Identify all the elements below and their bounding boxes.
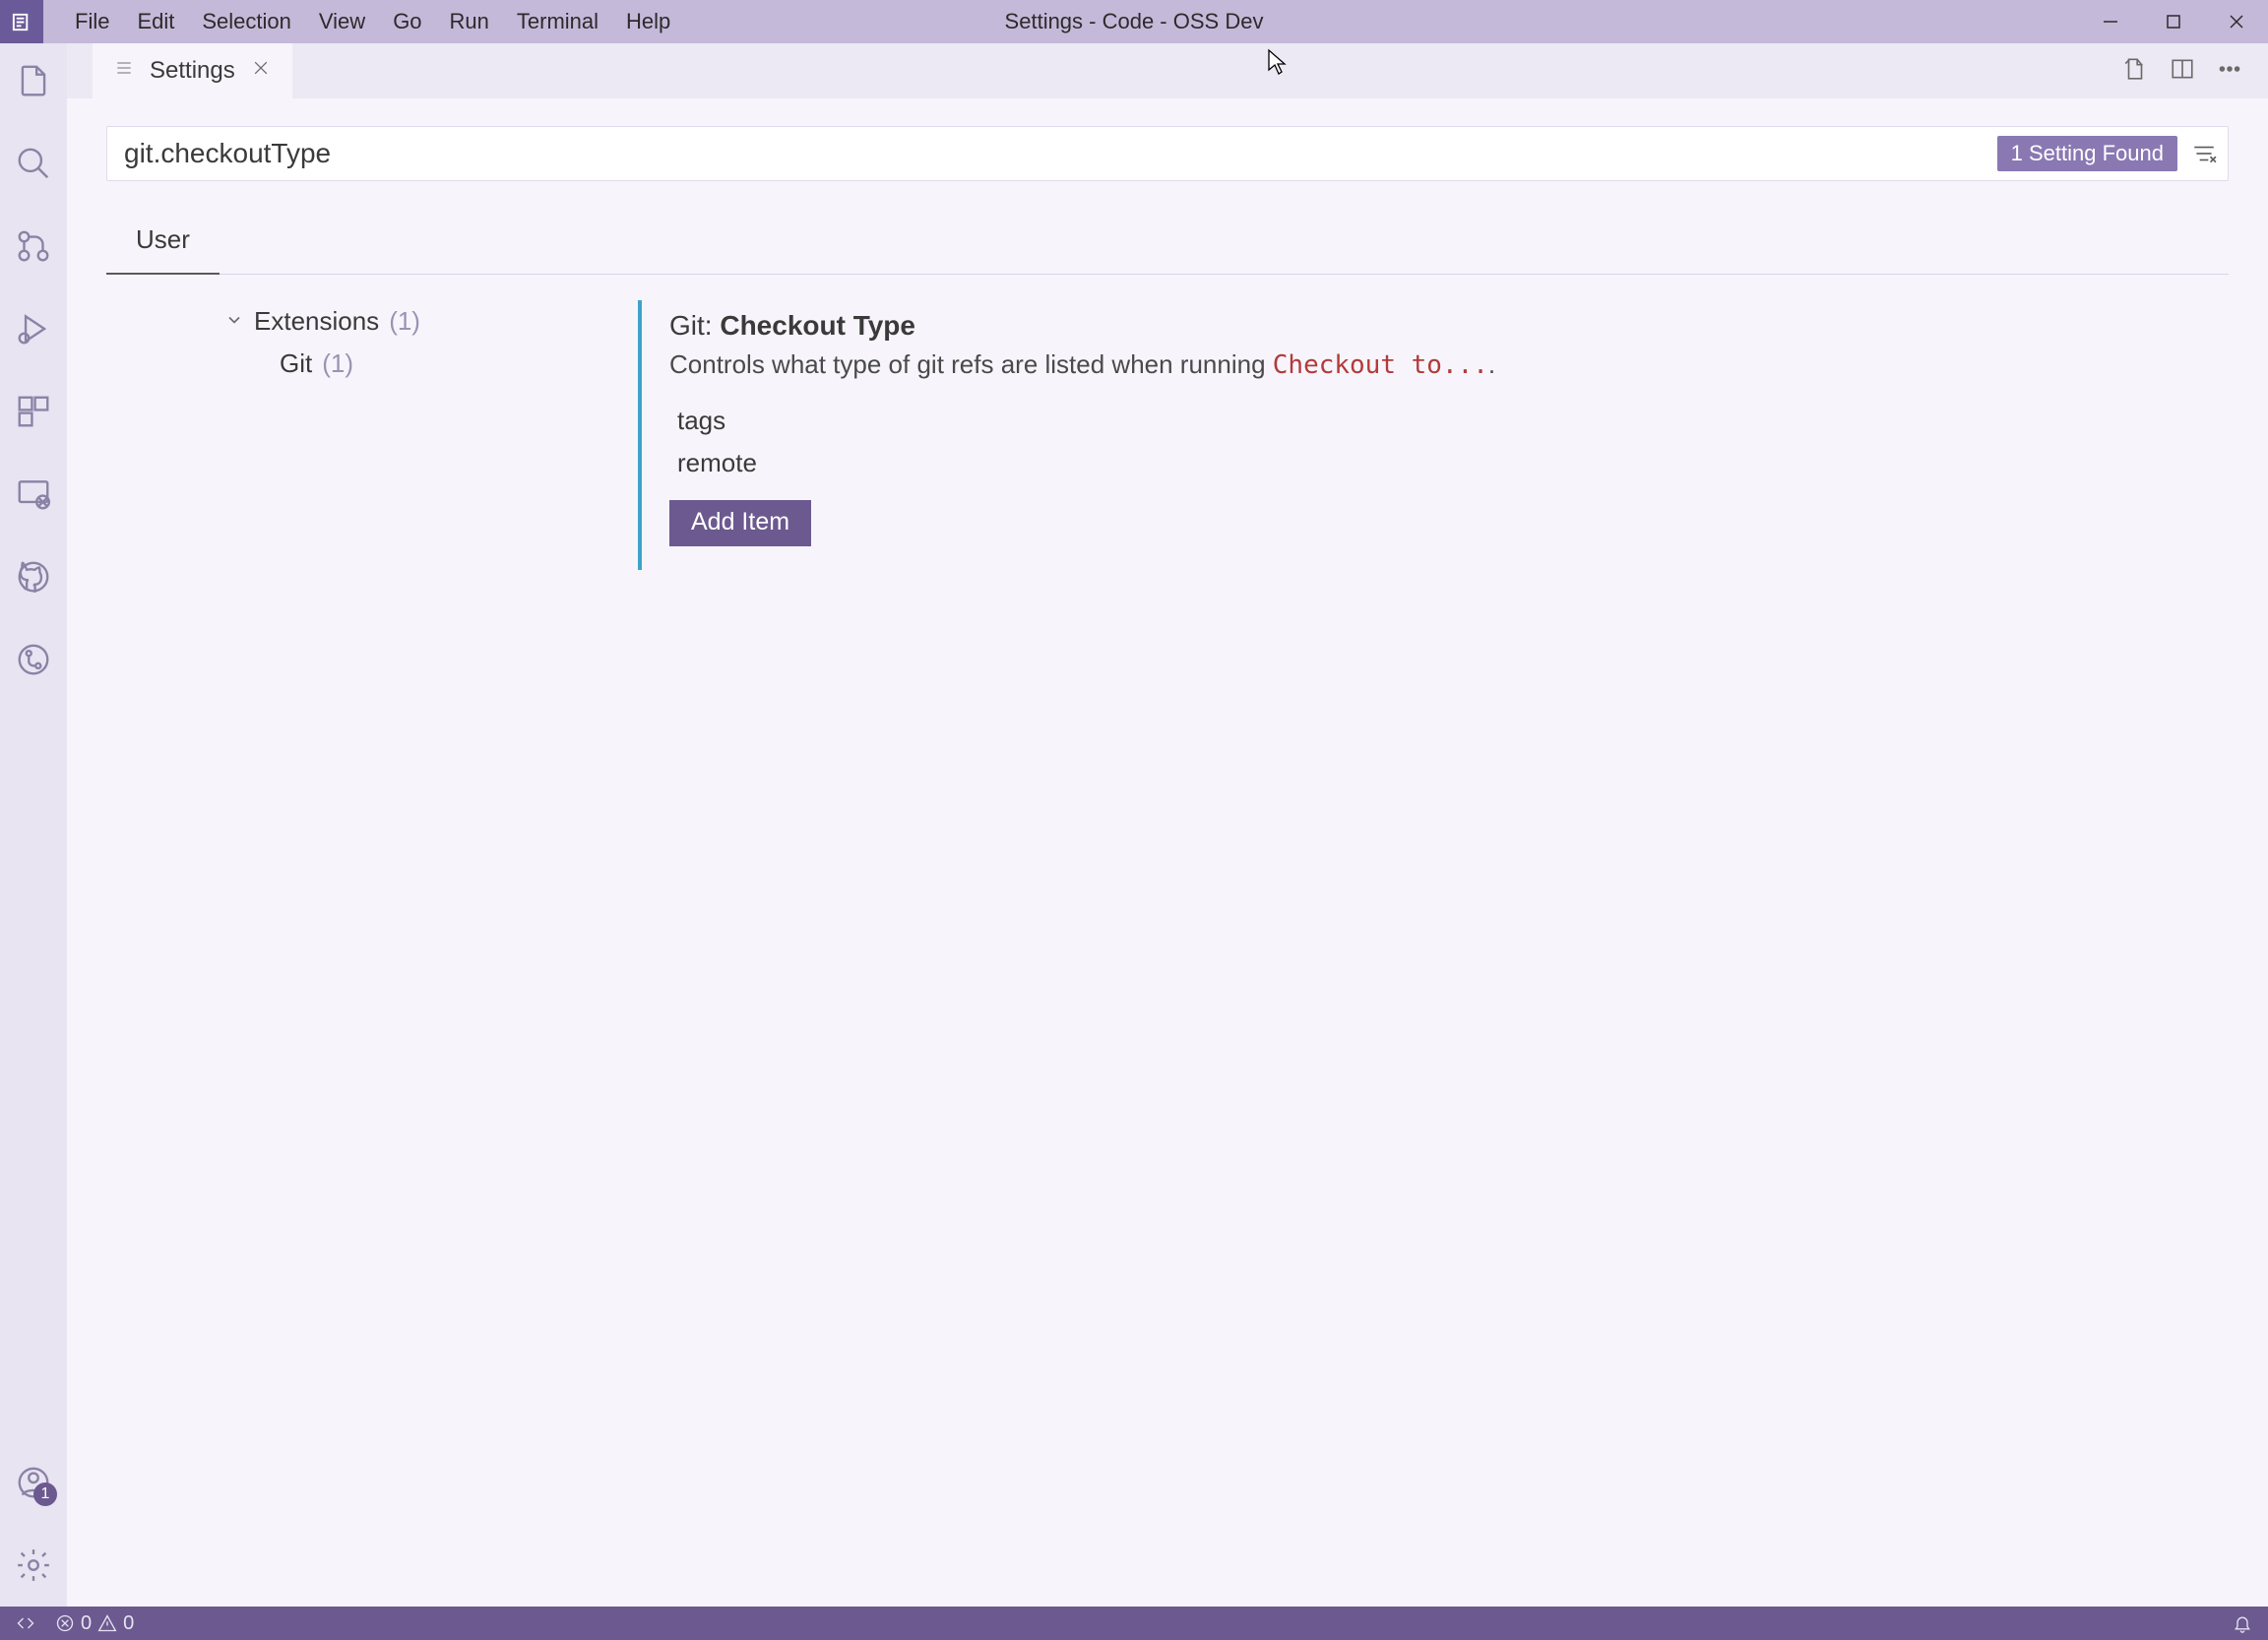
settings-toc: Extensions (1) Git (1)	[106, 300, 638, 570]
list-item[interactable]: remote	[677, 442, 2170, 484]
menu-selection[interactable]: Selection	[188, 0, 305, 43]
tab-settings[interactable]: Settings	[93, 43, 292, 98]
toc-git[interactable]: Git (1)	[224, 343, 638, 385]
scope-tab-user[interactable]: User	[106, 215, 220, 275]
settings-search-input[interactable]	[118, 138, 1985, 169]
chevron-down-icon	[224, 306, 244, 337]
settings-found-badge: 1 Setting Found	[1997, 136, 2177, 171]
github-icon[interactable]	[14, 557, 53, 597]
error-icon	[55, 1613, 75, 1633]
setting-list-items: tags remote	[669, 400, 2170, 484]
add-item-button[interactable]: Add Item	[669, 500, 811, 546]
settings-scope-row: User	[106, 215, 2229, 275]
setting-title: Git: Checkout Type	[669, 310, 2170, 342]
status-notifications-icon[interactable]	[2223, 1613, 2262, 1633]
toc-git-count: (1)	[322, 348, 353, 379]
settings-search-row: 1 Setting Found	[106, 126, 2229, 181]
main-layout: 1 Settings	[0, 43, 2268, 1607]
window-title: Settings - Code - OSS Dev	[1005, 9, 1264, 34]
setting-git-checkout-type: Git: Checkout Type Controls what type of…	[638, 300, 2170, 570]
menu-bar: File Edit Selection View Go Run Terminal…	[43, 0, 684, 43]
menu-help[interactable]: Help	[612, 0, 684, 43]
list-item[interactable]: tags	[677, 400, 2170, 442]
status-warnings-count: 0	[123, 1612, 134, 1635]
more-actions-icon[interactable]	[2217, 56, 2242, 87]
search-icon[interactable]	[14, 144, 53, 183]
setting-title-name: Checkout Type	[720, 310, 915, 341]
source-control-icon[interactable]	[14, 226, 53, 266]
menu-terminal[interactable]: Terminal	[503, 0, 612, 43]
clear-search-icon[interactable]	[2189, 139, 2219, 168]
extensions-icon[interactable]	[14, 392, 53, 431]
editor-area: Settings 1 Setting Found	[67, 43, 2268, 1607]
warning-icon	[97, 1613, 117, 1633]
menu-file[interactable]: File	[61, 0, 123, 43]
toc-extensions-label: Extensions	[254, 306, 379, 337]
git-graph-icon[interactable]	[14, 640, 53, 679]
open-settings-json-icon[interactable]	[2122, 56, 2148, 87]
explorer-icon[interactable]	[14, 61, 53, 100]
setting-description: Controls what type of git refs are liste…	[669, 349, 2170, 380]
accounts-badge: 1	[33, 1482, 57, 1506]
settings-body: 1 Setting Found User Extensions (1)	[67, 98, 2268, 1607]
setting-desc-before: Controls what type of git refs are liste…	[669, 349, 1273, 379]
manage-gear-icon[interactable]	[14, 1545, 53, 1585]
close-button[interactable]	[2205, 0, 2268, 43]
app-logo-icon	[0, 0, 43, 43]
toc-git-label: Git	[280, 348, 312, 379]
menu-run[interactable]: Run	[436, 0, 503, 43]
window-controls	[2079, 0, 2268, 43]
menu-go[interactable]: Go	[379, 0, 435, 43]
split-editor-icon[interactable]	[2170, 56, 2195, 87]
minimize-button[interactable]	[2079, 0, 2142, 43]
setting-desc-code: Checkout to...	[1273, 350, 1488, 380]
menu-view[interactable]: View	[305, 0, 379, 43]
status-remote-icon[interactable]	[6, 1613, 45, 1633]
setting-desc-after: .	[1488, 349, 1495, 379]
toc-extensions-count: (1)	[389, 306, 420, 337]
setting-title-prefix: Git:	[669, 310, 720, 341]
accounts-icon[interactable]: 1	[14, 1463, 53, 1502]
status-errors-count: 0	[81, 1612, 92, 1635]
editor-tab-bar: Settings	[67, 43, 2268, 98]
tab-label: Settings	[150, 57, 235, 85]
status-problems[interactable]: 0 0	[45, 1612, 144, 1635]
remote-explorer-icon[interactable]	[14, 474, 53, 514]
setting-panel: Git: Checkout Type Controls what type of…	[638, 300, 2229, 570]
toc-extensions[interactable]: Extensions (1)	[224, 300, 638, 343]
settings-list-icon	[114, 57, 134, 85]
activity-bar: 1	[0, 43, 67, 1607]
maximize-button[interactable]	[2142, 0, 2205, 43]
settings-columns: Extensions (1) Git (1) Git: Checkout Typ…	[106, 300, 2229, 570]
editor-actions	[2122, 56, 2268, 87]
menu-edit[interactable]: Edit	[123, 0, 188, 43]
status-bar: 0 0	[0, 1607, 2268, 1640]
run-debug-icon[interactable]	[14, 309, 53, 348]
tab-close-icon[interactable]	[251, 57, 271, 85]
title-bar: File Edit Selection View Go Run Terminal…	[0, 0, 2268, 43]
